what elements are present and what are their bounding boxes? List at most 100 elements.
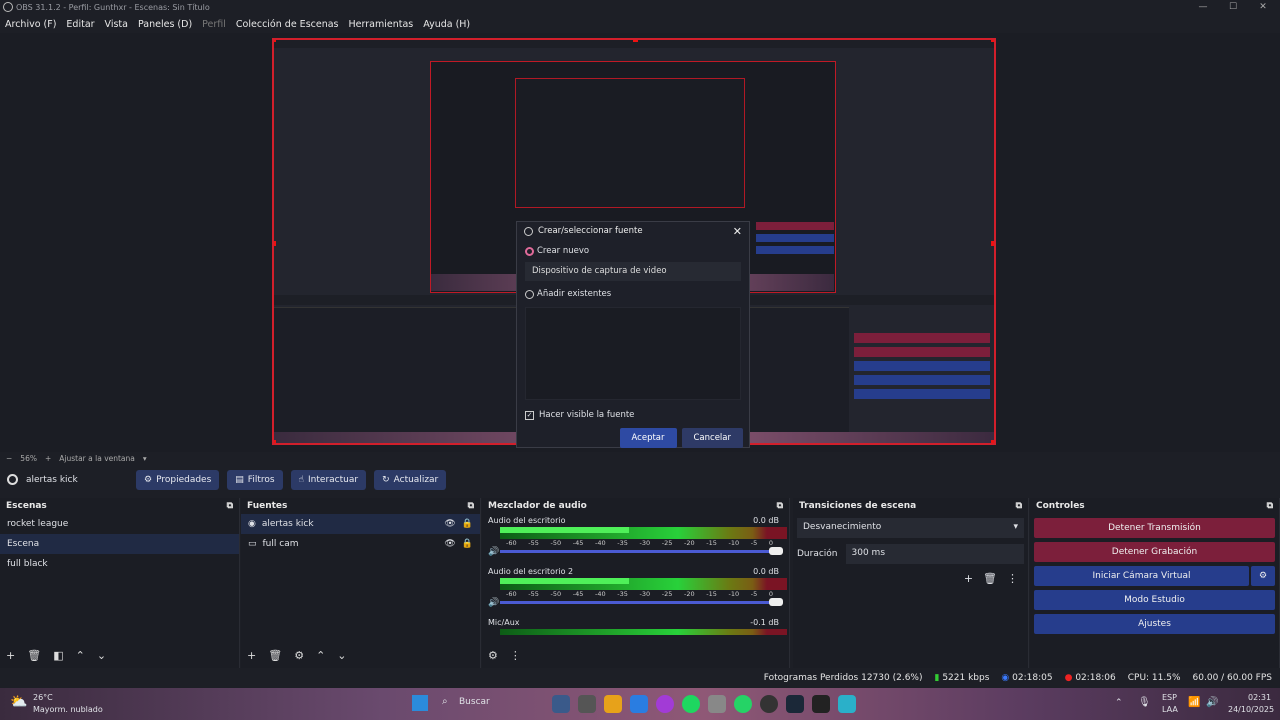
clock-time[interactable]: 02:31 <box>1248 693 1271 702</box>
meter-scale: -60 -55 -50 -45 -40 -35 -30 -25 -20 -15 -10 -5 0 <box>506 539 773 547</box>
lock-icon[interactable]: 🔒 <box>462 539 473 549</box>
scene-item[interactable]: full black <box>0 554 239 574</box>
search-icon[interactable]: ⌕ <box>442 696 448 707</box>
source-item[interactable]: ◉ alertas kick 👁 🔒 <box>241 514 480 534</box>
taskbar-app-icon[interactable] <box>838 695 856 713</box>
mic-icon[interactable]: 🎙 <box>1138 697 1151 708</box>
chevron-up-icon[interactable]: ⌃ <box>1115 698 1123 708</box>
virtual-camera-button[interactable]: Iniciar Cámara Virtual <box>1034 566 1249 586</box>
language-1[interactable]: ESP <box>1162 693 1177 702</box>
undock-icon[interactable]: ⧉ <box>777 501 783 511</box>
gear-icon[interactable]: ⚙ <box>294 649 304 662</box>
more-icon[interactable]: ⋮ <box>1007 572 1018 585</box>
maximize-button[interactable]: ☐ <box>1218 1 1248 14</box>
undock-icon[interactable]: ⧉ <box>1016 501 1022 511</box>
transition-select[interactable]: Desvanecimiento ▾ <box>797 518 1024 538</box>
zoom-fit-select[interactable]: Ajustar a la ventana <box>59 454 135 463</box>
menu-vista[interactable]: Vista <box>105 19 128 30</box>
add-icon[interactable]: + <box>964 572 973 585</box>
spotify-icon[interactable] <box>682 695 700 713</box>
gear-icon[interactable]: ⚙ <box>1251 566 1275 586</box>
trash-icon[interactable]: 🗑 <box>27 649 41 662</box>
more-icon[interactable]: ⋮ <box>510 649 521 662</box>
interact-label: Interactuar <box>308 475 359 485</box>
lock-icon[interactable]: 🔒 <box>462 519 473 529</box>
settings-button[interactable]: Ajustes <box>1034 614 1275 634</box>
zoom-bar: − 56% + Ajustar a la ventana ▾ <box>0 452 1280 465</box>
existing-sources-list[interactable] <box>525 307 741 400</box>
clock-date[interactable]: 24/10/2025 <box>1228 705 1274 714</box>
stop-record-button[interactable]: Detener Grabación <box>1034 542 1275 562</box>
mixer-settings-icon[interactable]: ⚙ <box>488 649 498 662</box>
interact-button[interactable]: ☝ Interactuar <box>290 470 367 490</box>
windows-start-icon[interactable] <box>412 695 428 711</box>
taskbar-app-icon[interactable] <box>578 695 596 713</box>
menu-archivo[interactable]: Archivo (F) <box>5 19 56 30</box>
zoom-out-button[interactable]: − <box>6 454 12 463</box>
undock-icon[interactable]: ⧉ <box>1267 501 1273 511</box>
add-icon[interactable]: + <box>6 649 15 662</box>
menu-ayuda[interactable]: Ayuda (H) <box>423 19 470 30</box>
source-name-input[interactable]: Dispositivo de captura de video <box>525 262 741 281</box>
menu-coleccion[interactable]: Colección de Escenas <box>236 19 339 30</box>
filter-icon[interactable]: ◧ <box>53 649 63 662</box>
scene-item-selected[interactable]: Escena <box>0 534 239 554</box>
volume-icon[interactable]: 🔊 <box>1206 697 1218 708</box>
whatsapp-icon[interactable] <box>734 695 752 713</box>
duration-input[interactable]: 300 ms <box>845 544 1024 564</box>
folder-icon[interactable] <box>604 695 622 713</box>
radio-create-new[interactable]: Crear nuevo <box>517 240 749 258</box>
refresh-button[interactable]: ↻ Actualizar <box>374 470 447 490</box>
speaker-icon[interactable]: 🔊 <box>488 598 499 608</box>
eye-icon[interactable]: 👁 <box>444 539 455 549</box>
volume-slider[interactable] <box>500 598 783 606</box>
trash-icon[interactable]: 🗑 <box>983 572 997 585</box>
studio-mode-button[interactable]: Modo Estudio <box>1034 590 1275 610</box>
minimize-button[interactable]: — <box>1188 1 1218 14</box>
chevron-down-icon: ▾ <box>1013 522 1018 532</box>
move-up-icon[interactable]: ⌃ <box>76 649 85 662</box>
wifi-icon[interactable]: 📶 <box>1188 697 1200 708</box>
taskbar-app-icon[interactable] <box>708 695 726 713</box>
taskbar-app-icon[interactable] <box>630 695 648 713</box>
cancel-button[interactable]: Cancelar <box>681 428 743 448</box>
taskbar-app-icon[interactable] <box>552 695 570 713</box>
visible-checkbox[interactable]: ✓ Hacer visible la fuente <box>517 404 749 426</box>
bitrate: ▮ 5221 kbps <box>934 673 990 683</box>
close-icon[interactable]: ✕ <box>733 225 742 238</box>
taskbar-app-icon[interactable] <box>656 695 674 713</box>
undock-icon[interactable]: ⧉ <box>468 501 474 511</box>
radio-add-existing-label: Añadir existentes <box>537 289 612 299</box>
epic-games-icon[interactable] <box>812 695 830 713</box>
menu-editar[interactable]: Editar <box>66 19 94 30</box>
properties-button[interactable]: ⚙ Propiedades <box>136 470 220 490</box>
source-item[interactable]: ▭ full cam 👁 🔒 <box>241 534 480 554</box>
move-down-icon[interactable]: ⌄ <box>97 649 106 662</box>
scene-item[interactable]: rocket league <box>0 514 239 534</box>
stop-stream-button[interactable]: Detener Transmisión <box>1034 518 1275 538</box>
chevron-down-icon[interactable]: ▾ <box>143 454 147 463</box>
speaker-icon[interactable]: 🔊 <box>488 547 499 557</box>
zoom-in-button[interactable]: + <box>45 454 51 463</box>
close-window-button[interactable]: ✕ <box>1248 1 1278 14</box>
add-icon[interactable]: + <box>247 649 256 662</box>
trash-icon[interactable]: 🗑 <box>268 649 282 662</box>
move-down-icon[interactable]: ⌄ <box>337 649 346 662</box>
mixer-channel: Mic/Aux -0.1 dB <box>482 616 789 637</box>
eye-icon[interactable]: 👁 <box>444 519 455 529</box>
steam-icon[interactable] <box>786 695 804 713</box>
menu-paneles[interactable]: Paneles (D) <box>138 19 192 30</box>
search-box[interactable]: Buscar <box>459 697 490 707</box>
menu-herramientas[interactable]: Herramientas <box>349 19 414 30</box>
language-2[interactable]: LAA <box>1162 705 1178 714</box>
volume-meter <box>500 578 787 590</box>
menu-perfil[interactable]: Perfil <box>202 19 226 30</box>
window-title: OBS 31.1.2 - Perfil: Gunthxr - Escenas: … <box>16 3 210 12</box>
volume-slider[interactable] <box>500 547 783 555</box>
move-up-icon[interactable]: ⌃ <box>316 649 325 662</box>
radio-add-existing[interactable]: Añadir existentes <box>517 285 749 303</box>
undock-icon[interactable]: ⧉ <box>227 501 233 511</box>
obs-taskbar-icon[interactable] <box>760 695 778 713</box>
filters-button[interactable]: ▤ Filtros <box>227 470 283 490</box>
ok-button[interactable]: Aceptar <box>619 428 677 448</box>
